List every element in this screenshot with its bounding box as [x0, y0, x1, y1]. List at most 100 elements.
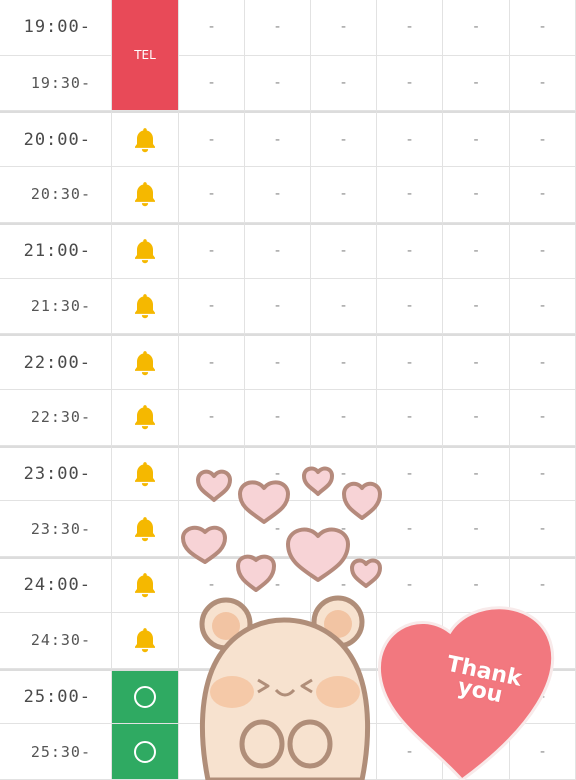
bell-icon — [130, 125, 160, 155]
unavailable-cell: - — [510, 445, 576, 502]
bell-icon — [130, 459, 160, 489]
unavailable-cell: - — [179, 278, 245, 335]
unavailable-cell: - — [311, 501, 377, 558]
unavailable-cell: - — [510, 334, 576, 390]
unavailable-cell: - — [510, 0, 576, 56]
bell-status-cell[interactable] — [112, 222, 179, 279]
bell-icon — [130, 402, 160, 432]
unavailable-cell: - — [245, 612, 311, 669]
unavailable-cell: - — [377, 334, 443, 390]
time-slot-label: 22:30- — [0, 390, 112, 446]
tel-status-cell[interactable]: TEL — [112, 0, 179, 112]
unavailable-cell: - — [311, 111, 377, 168]
unavailable-cell: - — [443, 55, 510, 112]
time-slot-label: 25:30- — [0, 724, 112, 780]
unavailable-cell: - — [443, 278, 510, 335]
time-slot-label: 19:30- — [0, 55, 112, 112]
unavailable-cell: - — [311, 167, 377, 223]
bell-status-cell[interactable] — [112, 445, 179, 502]
unavailable-cell: - — [311, 445, 377, 502]
unavailable-cell: - — [377, 278, 443, 335]
unavailable-cell: - — [245, 278, 311, 335]
unavailable-cell: - — [179, 0, 245, 56]
unavailable-cell: - — [443, 445, 510, 502]
unavailable-cell: - — [510, 501, 576, 558]
bell-icon — [130, 570, 160, 600]
unavailable-cell: - — [510, 612, 576, 669]
unavailable-cell: - — [179, 612, 245, 669]
unavailable-cell: - — [245, 222, 311, 279]
bell-icon — [130, 625, 160, 655]
unavailable-cell: - — [245, 668, 311, 725]
time-slot-label: 20:00- — [0, 111, 112, 168]
unavailable-cell: - — [443, 501, 510, 558]
time-slot-label: 23:00- — [0, 445, 112, 502]
bell-status-cell[interactable] — [112, 557, 179, 613]
unavailable-cell: - — [245, 111, 311, 168]
time-slot-label: 24:30- — [0, 612, 112, 669]
unavailable-cell: - — [311, 222, 377, 279]
time-slot-label: 24:00- — [0, 557, 112, 613]
bell-status-cell[interactable] — [112, 278, 179, 335]
unavailable-cell: - — [311, 55, 377, 112]
unavailable-cell: - — [377, 222, 443, 279]
unavailable-cell: - — [377, 445, 443, 502]
unavailable-cell: - — [443, 222, 510, 279]
unavailable-cell: - — [179, 55, 245, 112]
unavailable-cell: - — [443, 167, 510, 223]
time-slot-label: 22:00- — [0, 334, 112, 390]
unavailable-cell: - — [245, 390, 311, 446]
unavailable-cell: - — [443, 111, 510, 168]
unavailable-cell: - — [245, 445, 311, 502]
unavailable-cell: - — [179, 668, 245, 725]
unavailable-cell: - — [510, 167, 576, 223]
unavailable-cell: - — [510, 55, 576, 112]
unavailable-cell: - — [443, 390, 510, 446]
unavailable-cell: - — [179, 501, 245, 558]
unavailable-cell: - — [443, 557, 510, 613]
unavailable-cell: - — [179, 557, 245, 613]
unavailable-cell: - — [311, 612, 377, 669]
unavailable-cell: - — [311, 557, 377, 613]
unavailable-cell: - — [311, 390, 377, 446]
bell-status-cell[interactable] — [112, 334, 179, 390]
unavailable-cell: - — [179, 111, 245, 168]
bell-icon — [130, 236, 160, 266]
unavailable-cell: - — [179, 445, 245, 502]
available-status-cell[interactable] — [112, 724, 179, 780]
bell-status-cell[interactable] — [112, 390, 179, 446]
bell-icon — [130, 291, 160, 321]
unavailable-cell: - — [179, 724, 245, 780]
unavailable-cell: - — [510, 278, 576, 335]
bell-status-cell[interactable] — [112, 111, 179, 168]
unavailable-cell: - — [377, 557, 443, 613]
unavailable-cell: - — [311, 668, 377, 725]
bell-status-cell[interactable] — [112, 612, 179, 669]
bell-icon — [130, 514, 160, 544]
time-slot-label: 23:30- — [0, 501, 112, 558]
unavailable-cell: - — [377, 111, 443, 168]
unavailable-cell: - — [245, 0, 311, 56]
unavailable-cell: - — [377, 390, 443, 446]
unavailable-cell: - — [443, 334, 510, 390]
bell-status-cell[interactable] — [112, 501, 179, 558]
unavailable-cell: - — [179, 167, 245, 223]
available-status-cell[interactable] — [112, 668, 179, 725]
unavailable-cell: - — [377, 501, 443, 558]
circle-icon — [134, 685, 156, 708]
unavailable-cell: - — [311, 0, 377, 56]
time-slot-label: 21:30- — [0, 278, 112, 335]
unavailable-cell: - — [510, 557, 576, 613]
bell-status-cell[interactable] — [112, 167, 179, 223]
unavailable-cell: - — [510, 724, 576, 780]
unavailable-cell: - — [443, 724, 510, 780]
bell-icon — [130, 348, 160, 378]
unavailable-cell: - — [377, 724, 443, 780]
tel-label: TEL — [134, 48, 156, 63]
unavailable-cell: - — [443, 0, 510, 56]
time-slot-label: 21:00- — [0, 222, 112, 279]
unavailable-cell: - — [245, 557, 311, 613]
unavailable-cell: - — [245, 501, 311, 558]
circle-icon — [134, 740, 156, 763]
unavailable-cell: - — [179, 222, 245, 279]
